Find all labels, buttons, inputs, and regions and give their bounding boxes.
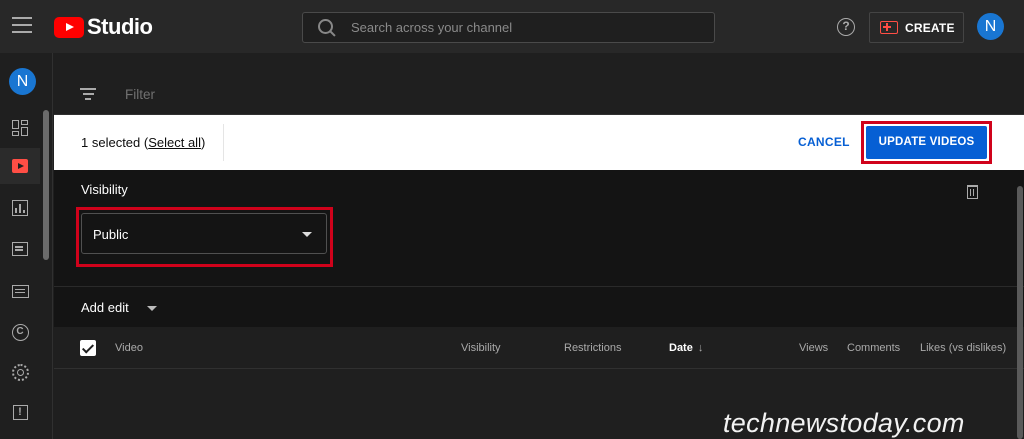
column-restrictions: Restrictions	[564, 342, 622, 354]
logo-text: Studio	[87, 14, 153, 39]
search-icon[interactable]	[303, 13, 343, 42]
chevron-down-icon	[302, 232, 312, 237]
visibility-value: Public	[93, 227, 129, 242]
youtube-play-icon	[54, 16, 84, 38]
column-comments[interactable]: Comments	[847, 342, 900, 354]
analytics-icon	[12, 200, 28, 216]
add-edit-button[interactable]: Add edit	[81, 300, 129, 315]
select-all-link[interactable]: Select all	[148, 135, 201, 150]
create-label: CREATE	[905, 20, 955, 35]
update-videos-button[interactable]: UPDATE VIDEOS	[866, 126, 987, 159]
sidebar: N C !	[0, 53, 53, 439]
column-date[interactable]: Date ↓	[669, 342, 703, 354]
hamburger-icon[interactable]	[12, 17, 32, 35]
watermark: technewstoday.com	[723, 408, 965, 438]
subtitles-icon	[11, 284, 29, 298]
add-edit-bar: Add edit	[54, 286, 1024, 327]
column-views[interactable]: Views	[799, 342, 828, 354]
feedback-icon: !	[12, 404, 28, 420]
filter-icon[interactable]	[80, 88, 96, 100]
sort-arrow-icon: ↓	[697, 342, 704, 354]
sidebar-item-content[interactable]	[0, 148, 40, 184]
sidebar-item-dashboard[interactable]	[0, 110, 40, 146]
main-scrollbar[interactable]	[1017, 186, 1023, 439]
column-visibility: Visibility	[461, 342, 501, 354]
selection-close-paren: )	[200, 135, 206, 150]
search-input[interactable]	[351, 20, 714, 35]
column-video: Video	[115, 342, 143, 354]
account-avatar[interactable]: N	[977, 13, 1004, 40]
studio-logo[interactable]: Studio	[54, 14, 153, 40]
filter-label[interactable]: Filter	[125, 87, 155, 102]
main-content: Filter 1 selected (Select all) CANCEL UP…	[54, 53, 1024, 439]
gear-icon	[11, 363, 29, 381]
sidebar-item-comments[interactable]	[0, 231, 40, 267]
cancel-button[interactable]: CANCEL	[798, 135, 850, 149]
sidebar-item-feedback[interactable]: !	[0, 394, 40, 430]
trash-icon[interactable]	[967, 185, 978, 199]
channel-avatar[interactable]: N	[9, 68, 36, 95]
selection-count: 1 selected (Select all)	[81, 135, 205, 150]
sidebar-item-subtitles[interactable]	[0, 273, 40, 309]
selection-bar: 1 selected (Select all) CANCEL UPDATE VI…	[54, 115, 1024, 170]
filter-bar[interactable]: Filter	[54, 53, 1024, 115]
selection-count-text: 1 selected (	[81, 135, 149, 150]
sidebar-item-analytics[interactable]	[0, 190, 40, 226]
help-icon[interactable]: ?	[837, 18, 855, 36]
dashboard-icon	[12, 120, 28, 136]
video-list: technewstoday.com	[54, 369, 1024, 439]
sidebar-item-copyright[interactable]: C	[0, 314, 40, 350]
sidebar-scrollbar[interactable]	[43, 110, 49, 260]
chevron-down-icon[interactable]	[147, 306, 157, 311]
visibility-dropdown[interactable]: Public	[81, 213, 327, 254]
column-date-label: Date	[669, 342, 693, 354]
sidebar-item-settings[interactable]	[0, 354, 40, 390]
visibility-label: Visibility	[81, 182, 128, 197]
top-bar: Studio ? CREATE N	[0, 0, 1024, 53]
copyright-icon: C	[11, 323, 29, 341]
search-bar[interactable]	[302, 12, 715, 43]
divider	[223, 124, 224, 161]
comments-icon	[12, 242, 28, 256]
column-likes[interactable]: Likes (vs dislikes)	[920, 342, 1006, 354]
select-all-checkbox[interactable]	[80, 340, 96, 356]
create-button[interactable]: CREATE	[869, 12, 964, 43]
create-video-icon	[880, 21, 898, 34]
content-icon	[12, 159, 28, 173]
table-header: Video Visibility Restrictions Date ↓ View…	[54, 327, 1024, 369]
